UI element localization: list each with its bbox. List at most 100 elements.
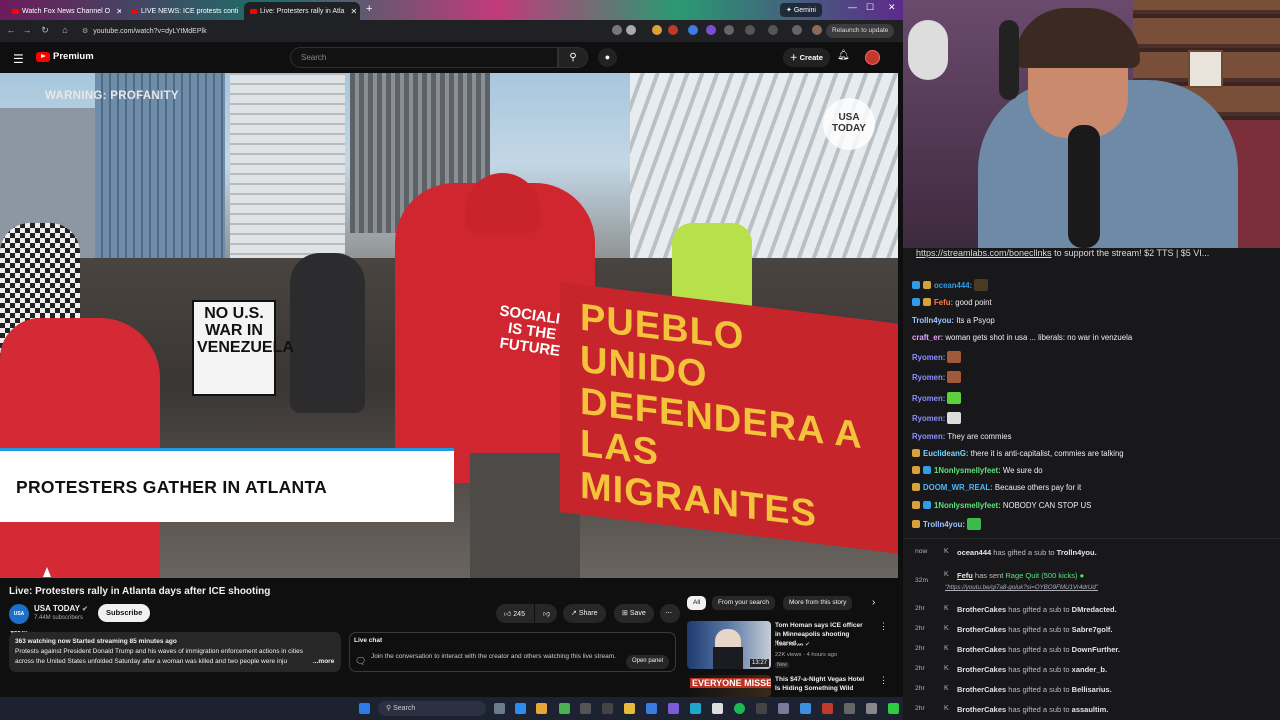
video-player[interactable]: NO U.S. WAR IN VENEZUELA SOCIALISM IS TH… <box>0 73 898 578</box>
event-link[interactable]: "https://youtu.be/gi7a8-goluk?si=OYBO9FM… <box>945 584 1098 591</box>
subscribe-button[interactable]: Subscribe <box>98 604 151 622</box>
close-tab-icon[interactable]: ✕ <box>241 7 242 16</box>
reload-icon[interactable]: ↻ <box>36 25 54 36</box>
app-icon[interactable] <box>690 703 701 714</box>
side-panel-icon[interactable] <box>768 25 778 35</box>
app-icon[interactable] <box>844 703 855 714</box>
close-tab-icon[interactable]: ✕ <box>113 7 121 16</box>
maximize-icon[interactable]: ☐ <box>866 2 874 13</box>
extension-icon[interactable] <box>668 25 678 35</box>
app-icon[interactable] <box>559 703 570 714</box>
description-box[interactable]: 363 watching now Started streaming 85 mi… <box>9 632 341 672</box>
windows-start-icon[interactable] <box>359 703 370 714</box>
search-input[interactable]: Search <box>290 47 558 68</box>
chat-username[interactable]: 1Nonlysmellyfeet: <box>934 501 1001 510</box>
spotify-icon[interactable] <box>734 703 745 714</box>
tab-title: LIVE NEWS: ICE protests conti <box>141 7 239 15</box>
youtube-logo[interactable]: Premium <box>36 51 94 62</box>
search-button[interactable]: ⚲ <box>558 47 588 68</box>
chat-username[interactable]: Trolln4you: <box>923 520 965 529</box>
extension-icon[interactable] <box>612 25 622 35</box>
relaunch-button[interactable]: Relaunch to update <box>826 24 895 38</box>
save-label: Save <box>629 610 646 617</box>
minimize-icon[interactable]: — <box>848 2 857 12</box>
menu-icon[interactable]: ☰ <box>13 52 24 66</box>
chrome-icon[interactable] <box>536 703 547 714</box>
like-button[interactable]: 👍︎ 245 <box>496 604 534 623</box>
file-explorer-icon[interactable] <box>624 703 635 714</box>
chat-username[interactable]: Fefu: <box>934 298 953 307</box>
new-tab-button[interactable]: + <box>366 3 372 15</box>
event-action: has gifted a sub to <box>1006 605 1072 614</box>
save-button[interactable]: ⊞ Save <box>614 604 654 623</box>
app-icon[interactable] <box>800 703 811 714</box>
chat-username[interactable]: 1Nonlysmellyfeet: <box>934 466 1001 475</box>
create-button[interactable]: ＋ Create <box>783 48 830 67</box>
chat-username[interactable]: Trolln4you: <box>912 316 954 325</box>
edge-icon[interactable] <box>515 703 526 714</box>
event-user: Fefu <box>957 571 973 580</box>
chat-username[interactable]: DOOM_WR_REAL: <box>923 483 993 492</box>
url-field[interactable]: ⚙ youtube.com/watch?v=dyLYtMdEPlk <box>82 23 602 39</box>
more-vertical-icon[interactable]: ⋮ <box>879 675 888 686</box>
app-icon[interactable] <box>756 703 767 714</box>
more-actions-button[interactable]: ⋯ <box>660 604 680 623</box>
app-icon[interactable] <box>778 703 789 714</box>
notifications-bell-icon[interactable]: 🔔︎ <box>837 50 850 61</box>
tab-fox-news[interactable]: Watch Fox News Channel O ✕ <box>6 2 121 20</box>
recommended-video[interactable]: 13:27 Tom Homan says ICE officer in Minn… <box>687 621 897 671</box>
dislike-button[interactable]: 👎︎ <box>535 604 557 623</box>
tab-protesters[interactable]: Live: Protesters rally in Atla ✕ <box>244 2 360 20</box>
tab-live-news[interactable]: LIVE NEWS: ICE protests conti ✕ <box>125 2 242 20</box>
extension-icon[interactable] <box>724 25 734 35</box>
discord-icon[interactable] <box>668 703 679 714</box>
chat-message: EuclideanG: there it is anti-capitalist,… <box>912 449 1124 458</box>
search-icon: ⚲ <box>386 705 392 712</box>
profile-avatar[interactable] <box>812 25 822 35</box>
gemini-button[interactable]: ✦ Gemini <box>780 3 822 17</box>
app-icon[interactable] <box>580 703 591 714</box>
extension-icon[interactable] <box>706 25 716 35</box>
app-icon[interactable] <box>712 703 723 714</box>
chat-username[interactable]: craft_er: <box>912 333 943 342</box>
voice-search-button[interactable]: ● <box>598 48 617 67</box>
app-icon[interactable] <box>866 703 877 714</box>
chat-username[interactable]: Ryomen: <box>912 373 945 382</box>
app-icon[interactable] <box>822 703 833 714</box>
recommended-video[interactable]: EVERYONE MISSES IT This $47-a-Night Vega… <box>687 675 897 697</box>
chevron-right-icon[interactable]: › <box>872 597 875 608</box>
chat-username[interactable]: Ryomen: <box>912 414 945 423</box>
app-icon[interactable] <box>888 703 899 714</box>
extension-icon[interactable] <box>652 25 662 35</box>
chat-username[interactable]: ocean444: <box>934 281 972 290</box>
show-more-link[interactable]: ...more <box>313 657 334 667</box>
home-icon[interactable]: ⌂ <box>56 25 74 35</box>
chat-username[interactable]: EuclideanG: <box>923 449 969 458</box>
site-info-icon[interactable]: ⚙ <box>82 27 88 35</box>
chat-username[interactable]: Ryomen: <box>912 353 945 362</box>
more-vertical-icon[interactable]: ⋮ <box>879 621 888 632</box>
forward-icon[interactable]: → <box>18 25 36 35</box>
terminal-icon[interactable] <box>602 703 613 714</box>
bookmark-star-icon[interactable] <box>626 25 636 35</box>
account-avatar[interactable] <box>865 50 880 65</box>
channel-avatar[interactable]: USA TODAY <box>9 604 29 637</box>
chat-username[interactable]: Ryomen: <box>912 394 945 403</box>
chip-from-your-search[interactable]: From your search <box>712 596 775 610</box>
task-view-icon[interactable] <box>494 703 505 714</box>
close-tab-icon[interactable]: ✕ <box>347 7 357 16</box>
chat-username[interactable]: Ryomen: <box>912 432 945 441</box>
event-text: BrotherCakes has gifted a sub to xander_… <box>957 665 1107 674</box>
chip-all[interactable]: All <box>687 596 707 610</box>
share-button[interactable]: ↗ Share <box>563 604 606 623</box>
download-icon[interactable] <box>792 25 802 35</box>
taskbar-search[interactable]: ⚲ Search <box>378 701 486 716</box>
close-window-icon[interactable]: ✕ <box>888 2 896 13</box>
channel-name[interactable]: USA TODAY ✔ <box>34 604 88 613</box>
extension-icon[interactable] <box>688 25 698 35</box>
open-panel-button[interactable]: Open panel <box>625 655 669 669</box>
chip-more-from-story[interactable]: More from this story <box>783 596 853 610</box>
app-icon[interactable] <box>646 703 657 714</box>
streamlabs-link[interactable]: https://streamlabs.com/bonecllnks <box>916 248 1052 258</box>
extensions-puzzle-icon[interactable] <box>745 25 755 35</box>
